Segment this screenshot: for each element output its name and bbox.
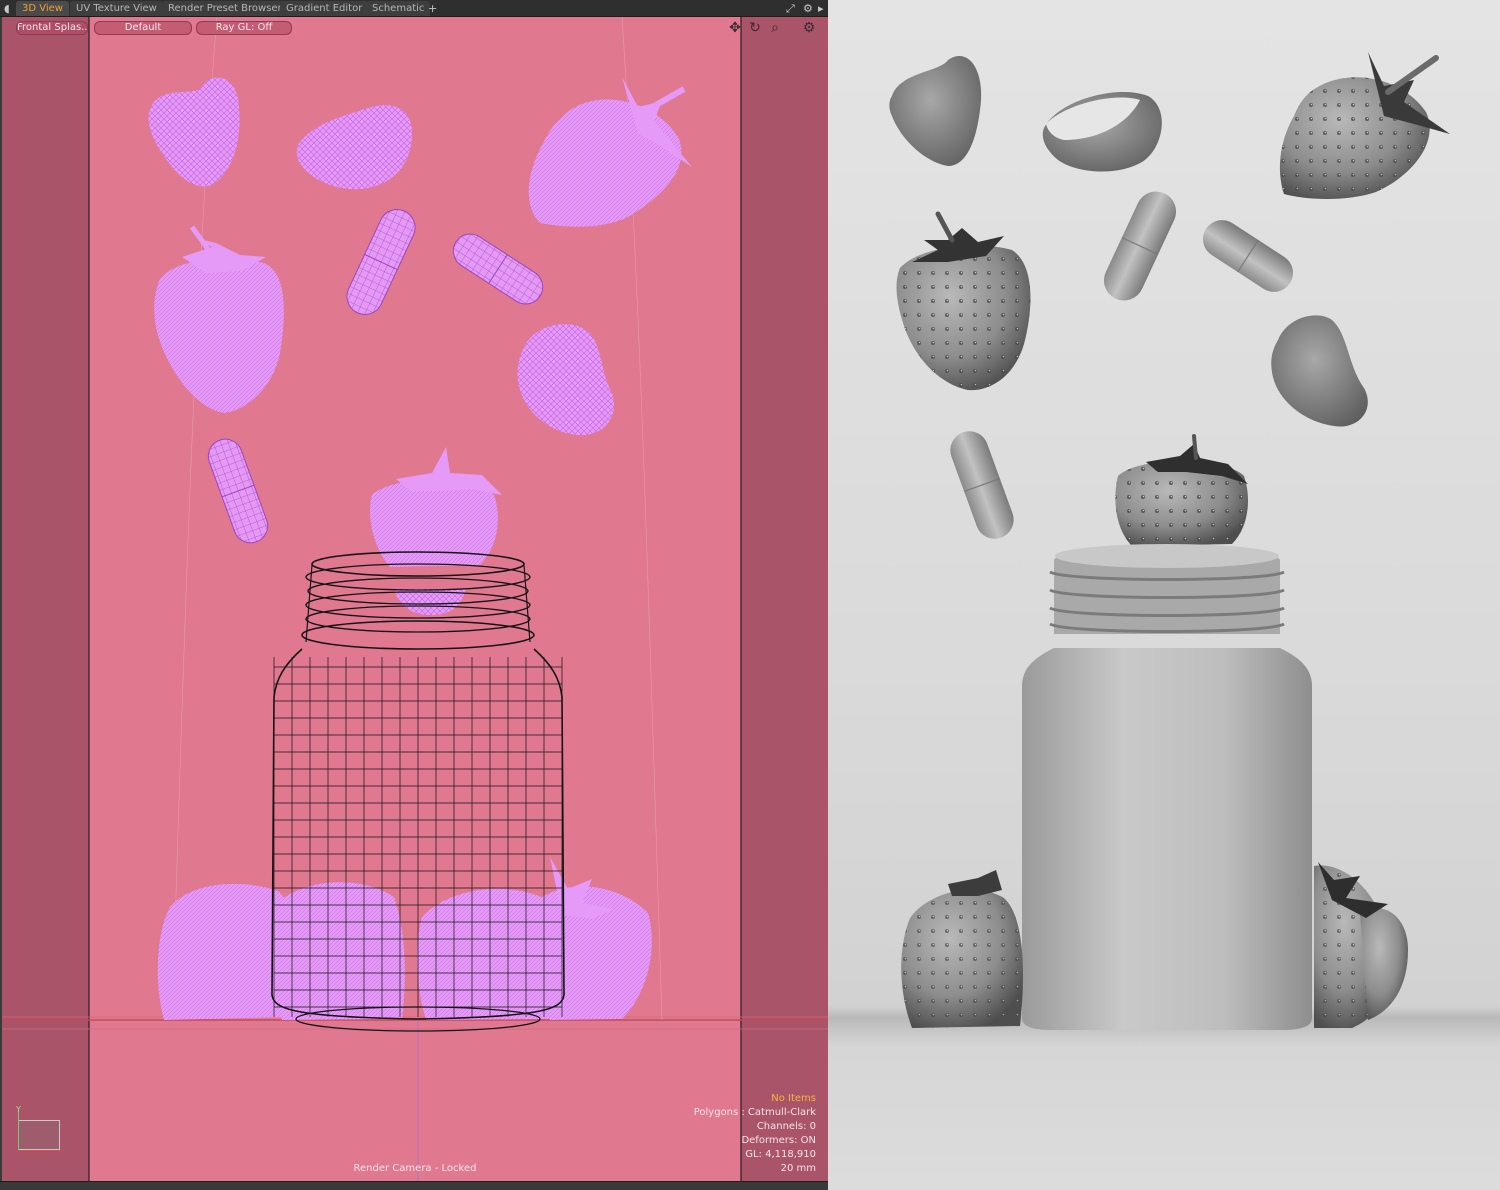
hud-channels: Channels: 0 (756, 1121, 816, 1132)
wire-capsule-1 (346, 209, 416, 315)
render-strawberry-on-bottle (1115, 434, 1248, 546)
render-capsule-3 (950, 431, 1014, 539)
tab-uv-texture-view[interactable]: UV Texture View (70, 1, 163, 16)
axis-gizmo[interactable]: Y (16, 1105, 66, 1157)
maximize-icon[interactable]: ⤢ (786, 1, 795, 16)
viewport-settings-icon[interactable]: ⚙ (800, 19, 818, 37)
arrow-right-icon[interactable]: ▸ (818, 1, 824, 16)
render-strawberry-cluster-right (1314, 862, 1408, 1028)
view-preset-dropdown[interactable]: Frontal Splas... (16, 21, 88, 35)
viewport-panel: ◖ 3D View UV Texture View Render Preset … (0, 0, 828, 1190)
move-view-icon[interactable]: ✥ (726, 19, 744, 37)
wire-strawberry-on-jar (370, 447, 502, 567)
camera-label: Render Camera - Locked (353, 1163, 477, 1174)
tab-3d-view[interactable]: 3D View (16, 1, 69, 16)
gear-icon[interactable]: ⚙ (803, 1, 813, 16)
viewport-menu-icon[interactable]: ◖ (4, 1, 10, 16)
render-strawberry-slice-1 (889, 55, 982, 166)
axis-y-label: Y (16, 1105, 21, 1114)
ray-gl-toggle[interactable]: Ray GL: Off (196, 21, 292, 35)
viewport-scene (2, 17, 828, 1181)
add-tab-button[interactable]: + (428, 1, 437, 16)
wire-strawberry-left (154, 225, 284, 413)
wire-strawberry-slice-1 (148, 77, 240, 187)
viewport-status-strip (0, 1181, 828, 1190)
wire-strawberry-slice-2 (296, 105, 413, 190)
hud-deformers: Deformers: ON (741, 1135, 816, 1146)
render-strawberry-slice-3 (1271, 315, 1368, 427)
wire-strawberry-slice-3 (517, 324, 615, 436)
render-strawberry-slice-2 (1042, 91, 1162, 172)
3d-viewport[interactable]: Frontal Splas... Default Ray GL: Off ✥ ↻… (2, 17, 828, 1181)
hud-polygons: Polygons : Catmull-Clark (693, 1107, 816, 1118)
wire-strawberry-cluster-left (157, 882, 405, 1020)
render-strawberry-left (896, 211, 1031, 391)
tab-gradient-editor[interactable]: Gradient Editor (280, 1, 369, 16)
wire-capsule-2 (452, 233, 544, 305)
render-strawberry-top-right (1279, 52, 1450, 199)
safe-frame-mask-right (741, 17, 828, 1181)
zoom-view-icon[interactable]: ⌕ (766, 19, 784, 37)
wire-capsule-3 (207, 438, 269, 544)
rotate-view-icon[interactable]: ↻ (746, 19, 764, 37)
render-capsule-1 (1103, 191, 1177, 301)
hud-gl-count: GL: 4,118,910 (745, 1149, 816, 1160)
render-strawberry-cluster-left (901, 870, 1023, 1028)
tab-render-preset-browser[interactable]: Render Preset Browser (162, 1, 288, 16)
shading-style-dropdown[interactable]: Default (94, 21, 192, 35)
render-capsule-2 (1203, 220, 1293, 292)
hud-selection: No Items (771, 1093, 816, 1104)
wire-strawberry-top-right (528, 77, 692, 227)
render-scene (889, 52, 1450, 1030)
render-preview (828, 0, 1500, 1190)
viewport-tab-bar: ◖ 3D View UV Texture View Render Preset … (0, 0, 828, 17)
tab-schematic[interactable]: Schematic (366, 1, 431, 16)
safe-frame-mask-left (2, 17, 89, 1181)
wire-strawberry-cluster-right (417, 857, 652, 1020)
render-bottle (1022, 544, 1312, 1030)
